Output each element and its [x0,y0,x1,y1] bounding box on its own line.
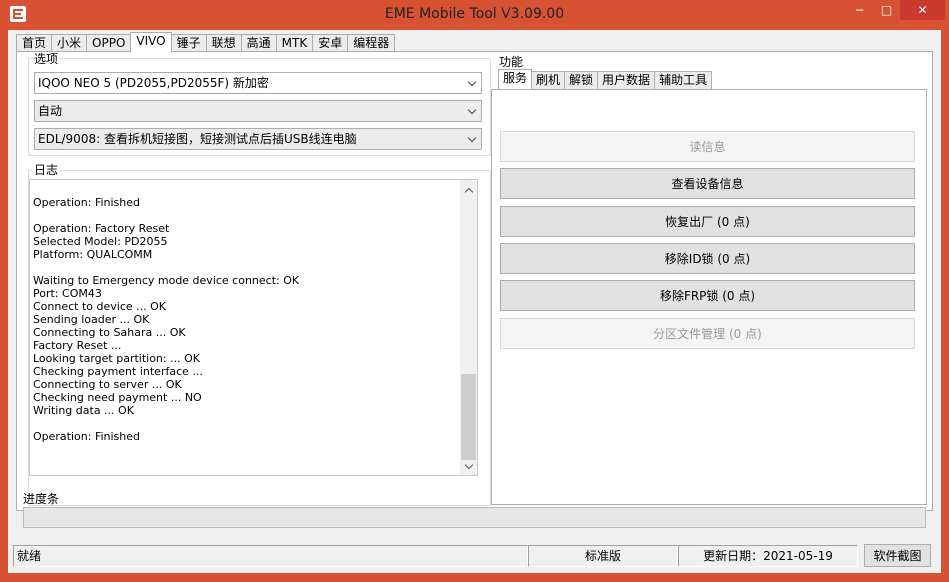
log-line: Factory Reset ... [33,339,122,352]
log-line: Platform: QUALCOMM [33,248,153,261]
log-line: Connecting to Sahara ... OK [33,326,186,339]
close-icon[interactable]: ✕ [900,0,945,20]
tab-vivo[interactable]: VIVO [130,32,172,53]
log-scrollbar[interactable] [460,180,477,475]
status-update-date-text: 更新日期：2021-05-19 [703,549,833,563]
factory-reset-button[interactable]: 恢复出厂 (0 点) [500,206,915,237]
log-line: Checking payment interface ... [33,365,203,378]
mode-select-value: 自动 [38,104,63,118]
log-line: Waiting to Emergency mode device connect… [33,274,300,287]
connection-select-value: EDL/9008: 查看拆机短接图，短接测试点后插USB线连电脑 [38,132,357,146]
log-line: Selected Model: PD2055 [33,235,168,248]
chevron-down-icon [466,73,478,93]
model-select[interactable]: IQOO NEO 5 (PD2055,PD2055F) 新加密 [34,72,482,94]
status-state: 就绪 [13,545,528,567]
log-textarea[interactable]: Operation: Finished Operation: Factory Re… [29,179,478,476]
partition-manager-button[interactable]: 分区文件管理 (0 点) [500,318,915,349]
subtab-tools[interactable]: 辅助工具 [654,71,713,89]
options-label: 选项 [33,52,60,66]
chevron-down-icon [466,129,478,149]
log-line: Operation: Finished [33,196,141,209]
maximize-icon[interactable]: □ [873,0,900,20]
progress-label: 进度条 [23,492,60,506]
client-area: 首页 小米 OPPO VIVO 锤子 联想 高通 MTK 安卓 编程器 选项 I… [8,30,941,573]
model-select-value: IQOO NEO 5 (PD2055,PD2055F) 新加密 [38,76,269,90]
log-line: Operation: Finished [33,430,141,443]
minimize-icon[interactable]: − [846,0,873,20]
chevron-down-icon [466,101,478,121]
status-update-date: 更新日期：2021-05-19 [678,545,858,567]
log-label: 日志 [33,163,60,177]
app-window: EME Mobile Tool V3.09.00 − □ ✕ 首页 小米 OPP… [0,0,949,582]
mode-select[interactable]: 自动 [34,100,482,122]
log-line: Writing data ... OK [33,404,134,417]
log-line: Looking target partition: ... OK [33,352,200,365]
log-line: Operation: Factory Reset [33,222,170,235]
function-label: 功能 [498,55,525,69]
scroll-thumb[interactable] [461,374,476,460]
window-title: EME Mobile Tool V3.09.00 [384,6,565,22]
function-subtabs: 服务 刷机 解锁 用户数据 辅助工具 [498,69,713,89]
log-lines: Operation: Finished Operation: Factory Re… [30,196,445,443]
log-line: Sending loader ... OK [33,313,150,326]
log-line: Checking need payment ... NO [33,391,202,404]
scroll-down-icon[interactable] [460,458,477,475]
status-bar: 就绪 标准版 更新日期：2021-05-19 软件截图 [8,541,941,569]
vivo-tab-panel: 选项 IQOO NEO 5 (PD2055,PD2055F) 新加密 自动 ED… [16,51,933,511]
scroll-up-icon[interactable] [460,182,477,199]
log-line: Connect to device ... OK [33,300,167,313]
remove-id-lock-button[interactable]: 移除ID锁 (0 点) [500,243,915,274]
view-device-info-button[interactable]: 查看设备信息 [500,168,915,199]
subtab-userdata[interactable]: 用户数据 [597,71,656,89]
log-line: Port: COM43 [33,287,102,300]
connection-select[interactable]: EDL/9008: 查看拆机短接图，短接测试点后插USB线连电脑 [34,128,482,150]
log-line: Connecting to server ... OK [33,378,182,391]
subtab-unlock[interactable]: 解锁 [564,71,599,89]
read-info-button[interactable]: 读信息 [500,131,915,162]
title-bar: EME Mobile Tool V3.09.00 − □ ✕ [0,0,949,30]
subtab-flash[interactable]: 刷机 [531,71,566,89]
subtab-service[interactable]: 服务 [498,69,533,89]
status-edition: 标准版 [528,545,678,567]
software-screenshot-button[interactable]: 软件截图 [864,544,931,567]
remove-frp-lock-button[interactable]: 移除FRP锁 (0 点) [500,280,915,311]
status-edition-text: 标准版 [584,549,621,563]
main-tabs: 首页 小米 OPPO VIVO 锤子 联想 高通 MTK 安卓 编程器 [16,32,396,53]
progress-bar [23,507,926,528]
